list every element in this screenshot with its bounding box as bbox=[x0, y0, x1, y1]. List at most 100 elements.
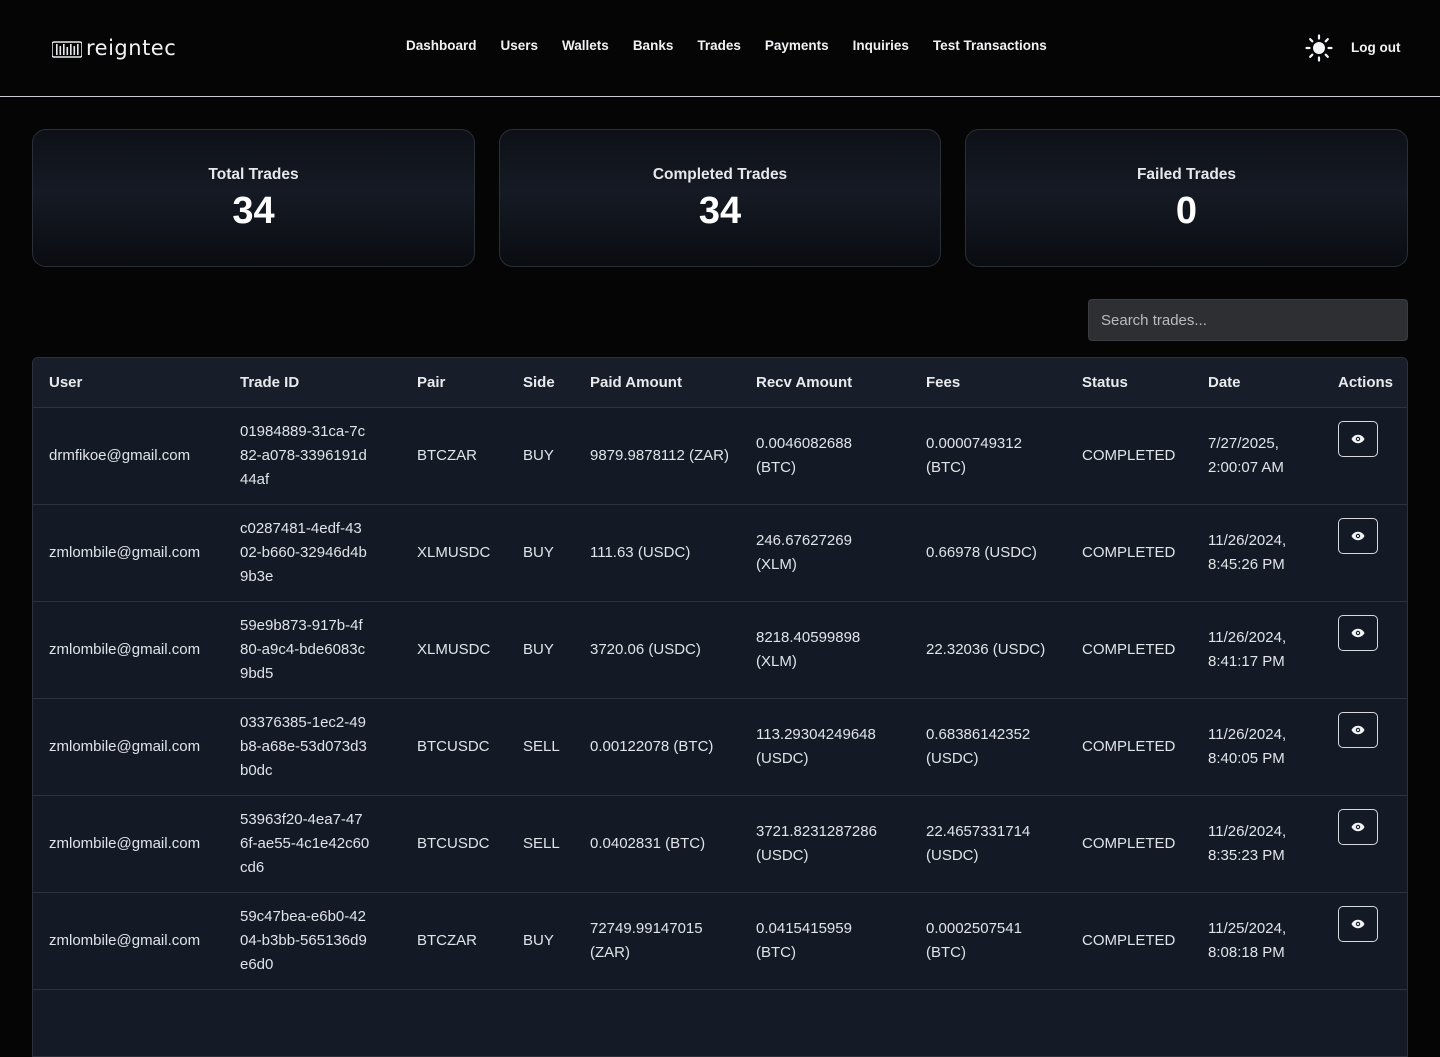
stat-value: 0 bbox=[1175, 190, 1198, 232]
view-trade-button[interactable] bbox=[1338, 712, 1378, 748]
side-cell: BUY bbox=[507, 407, 574, 505]
trade-id-cell-text: c0287481-4edf-4302-b660-32946d4b9b3e bbox=[240, 519, 367, 585]
stat-label: Completed Trades bbox=[652, 166, 788, 183]
side-cell: BUY bbox=[507, 601, 574, 699]
paid-amount-cell-text: 0.0402831 (BTC) bbox=[590, 834, 706, 852]
user-cell-text: zmlombile@gmail.com bbox=[49, 640, 201, 658]
status-cell-text: COMPLETED bbox=[1082, 640, 1176, 658]
status-cell: COMPLETED bbox=[1066, 407, 1192, 505]
nav-banks[interactable]: Banks bbox=[633, 38, 674, 53]
side-cell: BUY bbox=[507, 892, 574, 990]
recv-amount-cell-text: 0.0046082688 (BTC) bbox=[756, 434, 852, 476]
column-header-pair: Pair bbox=[401, 358, 507, 408]
trade-id-cell: 01984889-31ca-7c82-a078-3396191d44af bbox=[224, 407, 401, 505]
pair-cell: XLMUSDC bbox=[401, 504, 507, 602]
table-row: zmlombile@gmail.com c0287481-4edf-4302-b6… bbox=[33, 504, 1407, 602]
status-cell-text: COMPLETED bbox=[1082, 834, 1176, 852]
stat-value: 34 bbox=[698, 190, 742, 232]
pair-cell-text: BTCUSDC bbox=[417, 737, 490, 755]
table-header-row: User Trade ID Pair Side Paid Amount Recv… bbox=[33, 358, 1407, 408]
eye-icon bbox=[1351, 725, 1365, 735]
fees-cell: 0.68386142352 (USDC) bbox=[910, 698, 1066, 796]
paid-amount-cell: 3720.06 (USDC) bbox=[574, 601, 740, 699]
side-cell-text: BUY bbox=[523, 640, 554, 658]
column-header-side: Side bbox=[507, 358, 574, 408]
user-cell-text: drmfikoe@gmail.com bbox=[49, 446, 191, 464]
user-cell-text: zmlombile@gmail.com bbox=[49, 543, 201, 561]
status-cell-text: COMPLETED bbox=[1082, 543, 1176, 561]
nav-payments[interactable]: Payments bbox=[765, 38, 829, 53]
paid-amount-cell-text: 0.00122078 (BTC) bbox=[590, 737, 714, 755]
paid-amount-cell-text: 111.63 (USDC) bbox=[590, 543, 691, 561]
side-cell-text: SELL bbox=[523, 834, 560, 852]
fees-cell: 0.66978 (USDC) bbox=[910, 504, 1066, 602]
pair-cell: BTCUSDC bbox=[401, 698, 507, 796]
paid-amount-cell: 0.00122078 (BTC) bbox=[574, 698, 740, 796]
view-trade-button[interactable] bbox=[1338, 906, 1378, 942]
eye-icon bbox=[1351, 531, 1365, 541]
stat-card-completed-trades: Completed Trades 34 bbox=[499, 129, 941, 267]
nav-inquiries[interactable]: Inquiries bbox=[853, 38, 909, 53]
status-cell: COMPLETED bbox=[1066, 892, 1192, 990]
recv-amount-cell: 3721.8231287286 (USDC) bbox=[740, 795, 910, 893]
eye-icon bbox=[1351, 628, 1365, 638]
pair-cell: BTCZAR bbox=[401, 407, 507, 505]
nav-trades[interactable]: Trades bbox=[697, 38, 741, 53]
table-row: drmfikoe@gmail.com 01984889-31ca-7c82-a07… bbox=[33, 407, 1407, 505]
paid-amount-cell: 111.63 (USDC) bbox=[574, 504, 740, 602]
fees-cell-text: 0.0000749312 (BTC) bbox=[926, 434, 1022, 476]
side-cell-text: BUY bbox=[523, 543, 554, 561]
nav-wallets[interactable]: Wallets bbox=[562, 38, 609, 53]
stat-value: 34 bbox=[232, 190, 275, 232]
status-cell: COMPLETED bbox=[1066, 601, 1192, 699]
trade-id-cell: c0287481-4edf-4302-b660-32946d4b9b3e bbox=[224, 504, 401, 602]
date-cell-text: 11/26/2024, 8:40:05 PM bbox=[1208, 725, 1287, 767]
table-row: zmlombile@gmail.com 59e9b873-917b-4f80-a9… bbox=[33, 601, 1407, 699]
fees-cell-text: 0.68386142352 (USDC) bbox=[926, 725, 1031, 767]
date-cell: 11/26/2024, 8:40:05 PM bbox=[1192, 698, 1322, 796]
view-trade-button[interactable] bbox=[1338, 421, 1378, 457]
date-cell-text: 11/26/2024, 8:35:23 PM bbox=[1208, 822, 1287, 864]
pair-cell-text: BTCZAR bbox=[417, 446, 477, 464]
view-trade-button[interactable] bbox=[1338, 615, 1378, 651]
side-cell: SELL bbox=[507, 795, 574, 893]
fees-cell-text: 22.32036 (USDC) bbox=[926, 640, 1046, 658]
logo[interactable]: reigntec bbox=[52, 36, 176, 60]
view-trade-button[interactable] bbox=[1338, 518, 1378, 554]
logout-button[interactable]: Log out bbox=[1351, 40, 1400, 55]
trade-id-cell-text: 53963f20-4ea7-476f-ae55-4c1e42c60cd6 bbox=[240, 810, 370, 876]
trades-table: User Trade ID Pair Side Paid Amount Recv… bbox=[32, 357, 1408, 1057]
status-cell: COMPLETED bbox=[1066, 698, 1192, 796]
column-header-user: User bbox=[33, 358, 224, 408]
logo-text: reigntec bbox=[86, 36, 177, 60]
column-header-trade-id: Trade ID bbox=[224, 358, 401, 408]
fees-cell: 0.0002507541 (BTC) bbox=[910, 892, 1066, 990]
status-cell-text: COMPLETED bbox=[1082, 737, 1176, 755]
column-header-fees: Fees bbox=[910, 358, 1066, 408]
pair-cell-text: BTCZAR bbox=[417, 931, 477, 949]
nav-users[interactable]: Users bbox=[501, 38, 539, 53]
trade-id-cell: 53963f20-4ea7-476f-ae55-4c1e42c60cd6 bbox=[224, 795, 401, 893]
user-cell-text: zmlombile@gmail.com bbox=[49, 931, 201, 949]
nav-test-transactions[interactable]: Test Transactions bbox=[933, 38, 1047, 53]
user-cell: zmlombile@gmail.com bbox=[33, 504, 224, 602]
pair-cell-text: XLMUSDC bbox=[417, 640, 491, 658]
actions-cell bbox=[1322, 892, 1407, 990]
sun-icon[interactable] bbox=[1305, 34, 1333, 62]
date-cell: 11/26/2024, 8:35:23 PM bbox=[1192, 795, 1322, 893]
recv-amount-cell: 113.29304249648 (USDC) bbox=[740, 698, 910, 796]
date-cell: 7/27/2025, 2:00:07 AM bbox=[1192, 407, 1322, 505]
actions-cell bbox=[1322, 698, 1407, 796]
view-trade-button[interactable] bbox=[1338, 809, 1378, 845]
search-trades-input[interactable] bbox=[1088, 299, 1408, 341]
side-cell: SELL bbox=[507, 698, 574, 796]
recv-amount-cell-text: 246.67627269 (XLM) bbox=[756, 531, 852, 573]
side-cell-text: BUY bbox=[523, 446, 554, 464]
trade-id-cell: 59c47bea-e6b0-4204-b3bb-565136d9e6d0 bbox=[224, 892, 401, 990]
trade-id-cell-text: 03376385-1ec2-49b8-a68e-53d073d3b0dc bbox=[240, 713, 367, 779]
paid-amount-cell-text: 72749.99147015 (ZAR) bbox=[590, 919, 703, 961]
recv-amount-cell-text: 0.0415415959 (BTC) bbox=[756, 919, 852, 961]
table-row: zmlombile@gmail.com 03376385-1ec2-49b8-a6… bbox=[33, 698, 1407, 796]
nav-dashboard[interactable]: Dashboard bbox=[406, 38, 477, 53]
actions-cell bbox=[1322, 407, 1407, 505]
